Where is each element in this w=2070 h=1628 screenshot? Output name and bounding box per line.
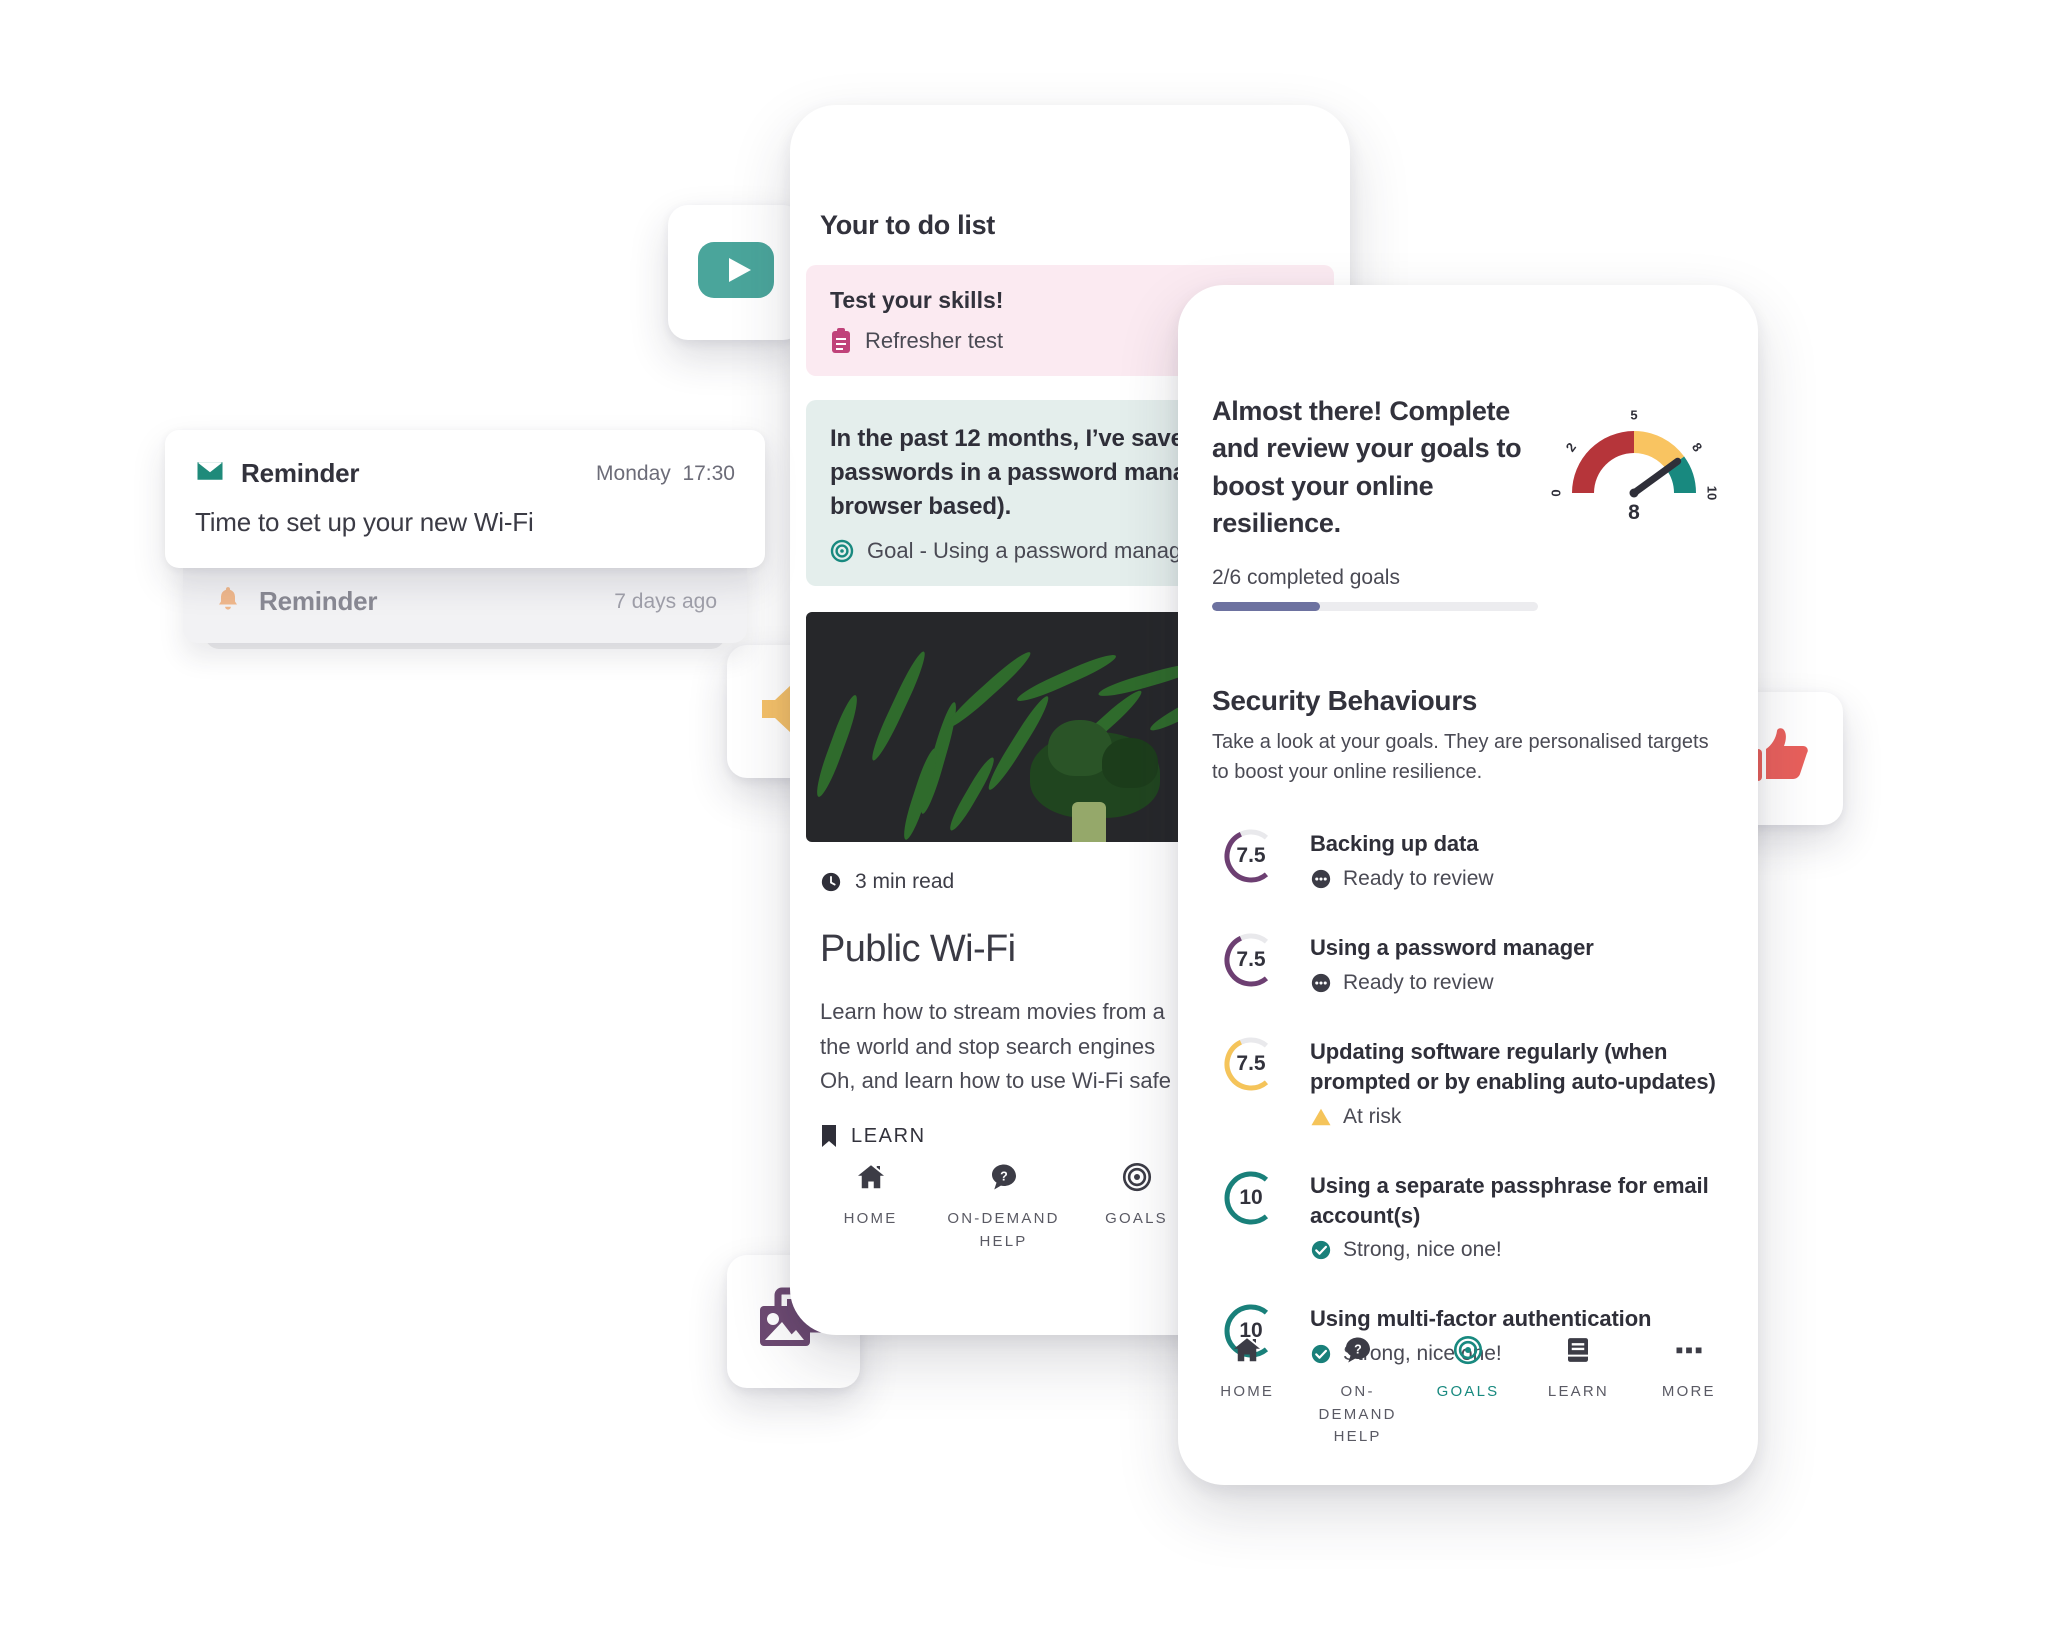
envelope-icon	[195, 456, 225, 491]
nav-item-goals[interactable]: GOALS	[1413, 1333, 1523, 1449]
nav-item-label: HOME	[843, 1210, 898, 1227]
bookmark-icon	[820, 1124, 838, 1148]
clock-icon	[820, 871, 842, 893]
hero-heading: Almost there! Complete and review your g…	[1212, 396, 1522, 538]
nav-item-label: LEARN	[1547, 1383, 1609, 1400]
svg-text:8: 8	[1628, 501, 1640, 524]
behaviour-row[interactable]: 7.5 Backing up data Ready to review	[1212, 825, 1724, 891]
notification-meta-secondary: 7 days ago	[614, 589, 717, 613]
nav-item-label: GOALS	[1105, 1210, 1168, 1227]
nav-item-home[interactable]: HOME	[804, 1160, 937, 1253]
nav-item-on-demand-help[interactable]: ? ON-DEMAND HELP	[937, 1160, 1070, 1253]
home-icon	[856, 1160, 886, 1194]
svg-text:8: 8	[1689, 440, 1705, 455]
behaviour-status: Ready to review	[1310, 867, 1494, 891]
svg-text:?: ?	[1000, 1169, 1008, 1183]
notification-title: Reminder	[241, 458, 360, 488]
goal-sublabel: Goal - Using a password manager	[867, 538, 1201, 564]
nav-item-more[interactable]: MORE	[1634, 1333, 1744, 1449]
svg-text:10: 10	[1705, 486, 1720, 500]
notification-header-secondary: Reminder 7 days ago	[213, 584, 717, 619]
notification-meta: Monday 17:30	[596, 461, 735, 485]
target-icon	[1122, 1160, 1152, 1194]
goals-progress-label: 2/6 completed goals	[1212, 566, 1400, 589]
behaviour-status-label: Strong, nice one!	[1343, 1238, 1502, 1262]
behaviour-score-dial: 7.5	[1212, 1033, 1290, 1095]
article-learn-label: LEARN	[851, 1124, 926, 1147]
nav-item-label: HOME	[1220, 1383, 1275, 1400]
behaviour-status: Strong, nice one!	[1310, 1238, 1724, 1262]
help-bubble-icon: ?	[1343, 1333, 1373, 1367]
nav-item-label: GOALS	[1436, 1383, 1500, 1400]
nav-item-learn[interactable]: LEARN	[1523, 1333, 1633, 1449]
warning-triangle-icon	[1310, 1106, 1332, 1128]
notification-body: Time to set up your new Wi-Fi	[195, 507, 534, 537]
notification-stack: Reminder Monday 17:30 Time to set up you…	[165, 430, 765, 649]
behaviour-row[interactable]: 7.5 Using a password manager Ready to re…	[1212, 929, 1724, 995]
nav-item-label: MORE	[1661, 1383, 1716, 1400]
behaviour-name: Using a password manager	[1310, 934, 1594, 960]
behaviour-row[interactable]: 7.5 Updating software regularly (when pr…	[1212, 1033, 1724, 1129]
nav-item-on-demand-help[interactable]: ? ON-DEMAND HELP	[1302, 1333, 1412, 1449]
behaviour-score: 7.5	[1236, 1051, 1266, 1075]
behaviour-score-dial: 7.5	[1212, 825, 1290, 887]
nav-item-label: ON-DEMAND HELP	[947, 1210, 1060, 1250]
svg-text:5: 5	[1630, 407, 1637, 422]
behaviour-status: At risk	[1310, 1105, 1724, 1129]
behaviour-name: Using a separate passphrase for email ac…	[1310, 1172, 1709, 1228]
todo-list-heading: Your to do list	[820, 210, 995, 240]
goals-progress-bar	[1212, 602, 1538, 611]
behaviour-score: 10	[1239, 1185, 1263, 1209]
play-icon	[697, 242, 774, 303]
resilience-gauge: 0 2 5 8 10 8	[1544, 393, 1724, 530]
phone-right: Almost there! Complete and review your g…	[1178, 285, 1758, 1485]
article-read-time: 3 min read	[855, 870, 955, 894]
nav-item-home[interactable]: HOME	[1192, 1333, 1302, 1449]
behaviour-score-dial: 10	[1212, 1167, 1290, 1229]
todo-card-sublabel: Refresher test	[865, 328, 1004, 353]
behaviour-list: 7.5 Backing up data Ready to review 7.5 …	[1212, 825, 1724, 1366]
behaviour-name: Using multi-factor authentication	[1310, 1306, 1652, 1332]
behaviour-name: Backing up data	[1310, 831, 1479, 856]
composition-stage: Reminder Monday 17:30 Time to set up you…	[0, 0, 2070, 1628]
dots-circle-icon	[1310, 868, 1332, 890]
behaviour-status-label: Ready to review	[1343, 866, 1494, 890]
behaviour-row[interactable]: 10 Using a separate passphrase for email…	[1212, 1167, 1724, 1263]
resilience-hero: Almost there! Complete and review your g…	[1212, 285, 1724, 611]
behaviour-name: Updating software regularly (when prompt…	[1310, 1038, 1716, 1094]
target-icon	[1453, 1333, 1483, 1367]
check-circle-icon	[1310, 1239, 1332, 1261]
bell-icon	[213, 584, 243, 619]
behaviour-score: 7.5	[1236, 947, 1266, 971]
security-behaviours-heading: Security Behaviours	[1212, 685, 1478, 716]
svg-text:0: 0	[1548, 489, 1563, 496]
help-bubble-icon: ?	[989, 1160, 1019, 1194]
ellipsis-icon	[1674, 1333, 1704, 1367]
notification-header: Reminder Monday 17:30	[195, 456, 735, 491]
video-play-tile[interactable]	[668, 205, 803, 340]
behaviour-status-label: Ready to review	[1343, 970, 1494, 994]
target-icon	[830, 539, 854, 563]
svg-text:?: ?	[1354, 1342, 1362, 1356]
behaviour-status-label: At risk	[1343, 1104, 1402, 1128]
svg-text:2: 2	[1563, 440, 1579, 455]
nav-item-label: ON-DEMAND HELP	[1318, 1383, 1397, 1445]
notification-title-secondary: Reminder	[259, 586, 378, 616]
bottom-nav-right: HOME ? ON-DEMAND HELP GOALS LEARN MORE	[1178, 1333, 1758, 1449]
home-icon	[1232, 1333, 1262, 1367]
behaviour-score: 7.5	[1236, 844, 1266, 867]
clipboard-icon	[830, 328, 852, 354]
security-behaviours-subtitle: Take a look at your goals. They are pers…	[1212, 731, 1709, 783]
book-icon	[1563, 1333, 1593, 1367]
behaviour-score-dial: 7.5	[1212, 929, 1290, 991]
behaviour-status: Ready to review	[1310, 971, 1594, 995]
notification-card-primary[interactable]: Reminder Monday 17:30 Time to set up you…	[165, 430, 765, 568]
dots-circle-icon	[1310, 972, 1332, 994]
